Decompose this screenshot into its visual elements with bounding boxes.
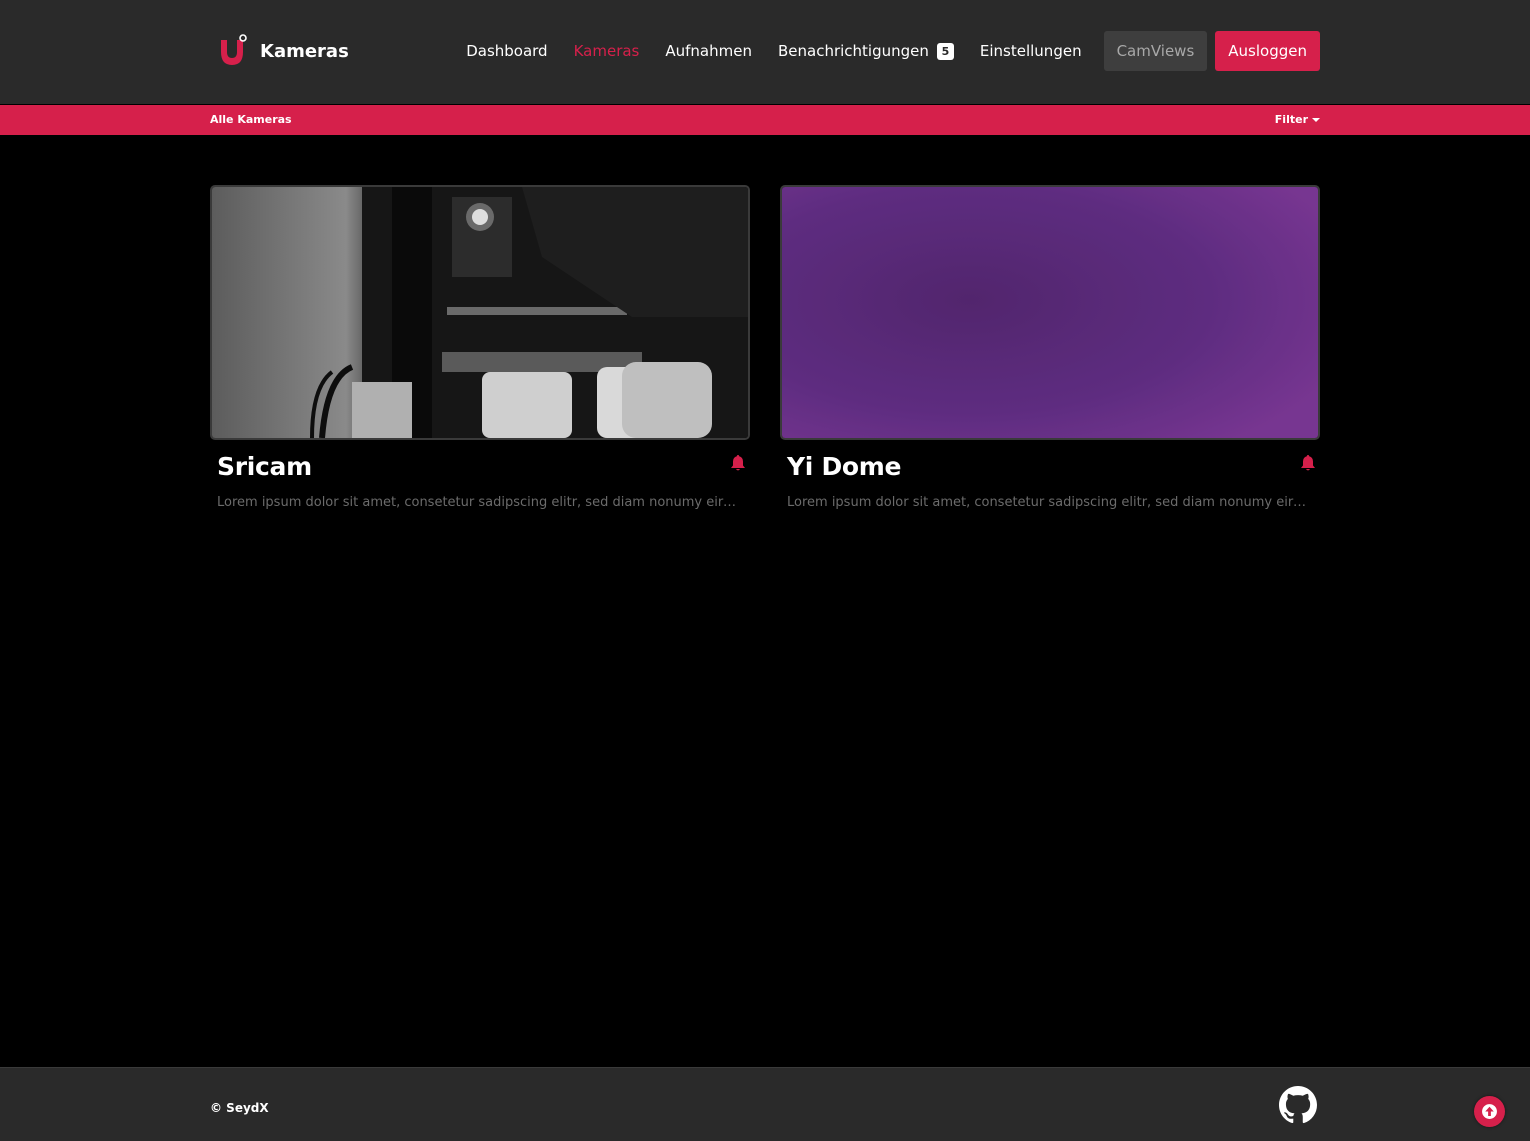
subbar: Alle Kameras Filter: [0, 105, 1530, 135]
bell-icon[interactable]: [1300, 454, 1316, 472]
page-title: Kameras: [260, 40, 349, 62]
nav-dashboard[interactable]: Dashboard: [466, 42, 547, 60]
camera-description: Lorem ipsum dolor sit amet, consetetur s…: [217, 495, 743, 510]
filter-label: Filter: [1274, 113, 1308, 126]
caret-down-icon: [1312, 117, 1320, 122]
brand[interactable]: Kameras: [218, 34, 349, 68]
bell-icon[interactable]: [730, 454, 746, 472]
camera-card-yi-dome: Yi Dome Lorem ipsum dolor sit amet, cons…: [780, 185, 1320, 510]
nav-benachrichtigungen-label: Benachrichtigungen: [777, 42, 929, 60]
logout-button[interactable]: Ausloggen: [1215, 31, 1320, 71]
card-body: Yi Dome Lorem ipsum dolor sit amet, cons…: [780, 440, 1320, 510]
github-icon[interactable]: [1279, 1086, 1317, 1124]
brand-logo-icon: [221, 34, 247, 65]
nav-benachrichtigungen[interactable]: Benachrichtigungen 5: [778, 42, 954, 60]
camera-description: Lorem ipsum dolor sit amet, consetetur s…: [787, 495, 1313, 510]
footer: © SeydX: [0, 1067, 1530, 1141]
notification-count-badge: 5: [936, 42, 954, 60]
nav-kameras[interactable]: Kameras: [574, 42, 640, 60]
camera-snapshot-image: [782, 187, 1318, 438]
scroll-to-top-button[interactable]: [1474, 1096, 1505, 1127]
camera-snapshot-sricam[interactable]: [210, 185, 750, 440]
camera-name[interactable]: Yi Dome: [787, 452, 1313, 481]
arrow-up-icon: [1482, 1104, 1497, 1119]
camera-snapshot-yi-dome[interactable]: [780, 185, 1320, 440]
nav-aufnahmen[interactable]: Aufnahmen: [665, 42, 752, 60]
breadcrumb-all-cameras[interactable]: Alle Kameras: [210, 113, 292, 126]
nav-einstellungen[interactable]: Einstellungen: [980, 42, 1082, 60]
navbar: Kameras Dashboard Kameras Aufnahmen Bena…: [0, 0, 1530, 104]
main-nav: Dashboard Kameras Aufnahmen Benachrichti…: [440, 31, 1320, 71]
copyright-text: © SeydX: [210, 1101, 269, 1115]
camera-snapshot-image: [212, 187, 748, 438]
card-body: Sricam Lorem ipsum dolor sit amet, conse…: [210, 440, 750, 510]
camera-card-sricam: Sricam Lorem ipsum dolor sit amet, conse…: [210, 185, 750, 510]
filter-dropdown[interactable]: Filter: [1275, 113, 1320, 126]
camviews-button[interactable]: CamViews: [1103, 31, 1208, 71]
camera-name[interactable]: Sricam: [217, 452, 743, 481]
